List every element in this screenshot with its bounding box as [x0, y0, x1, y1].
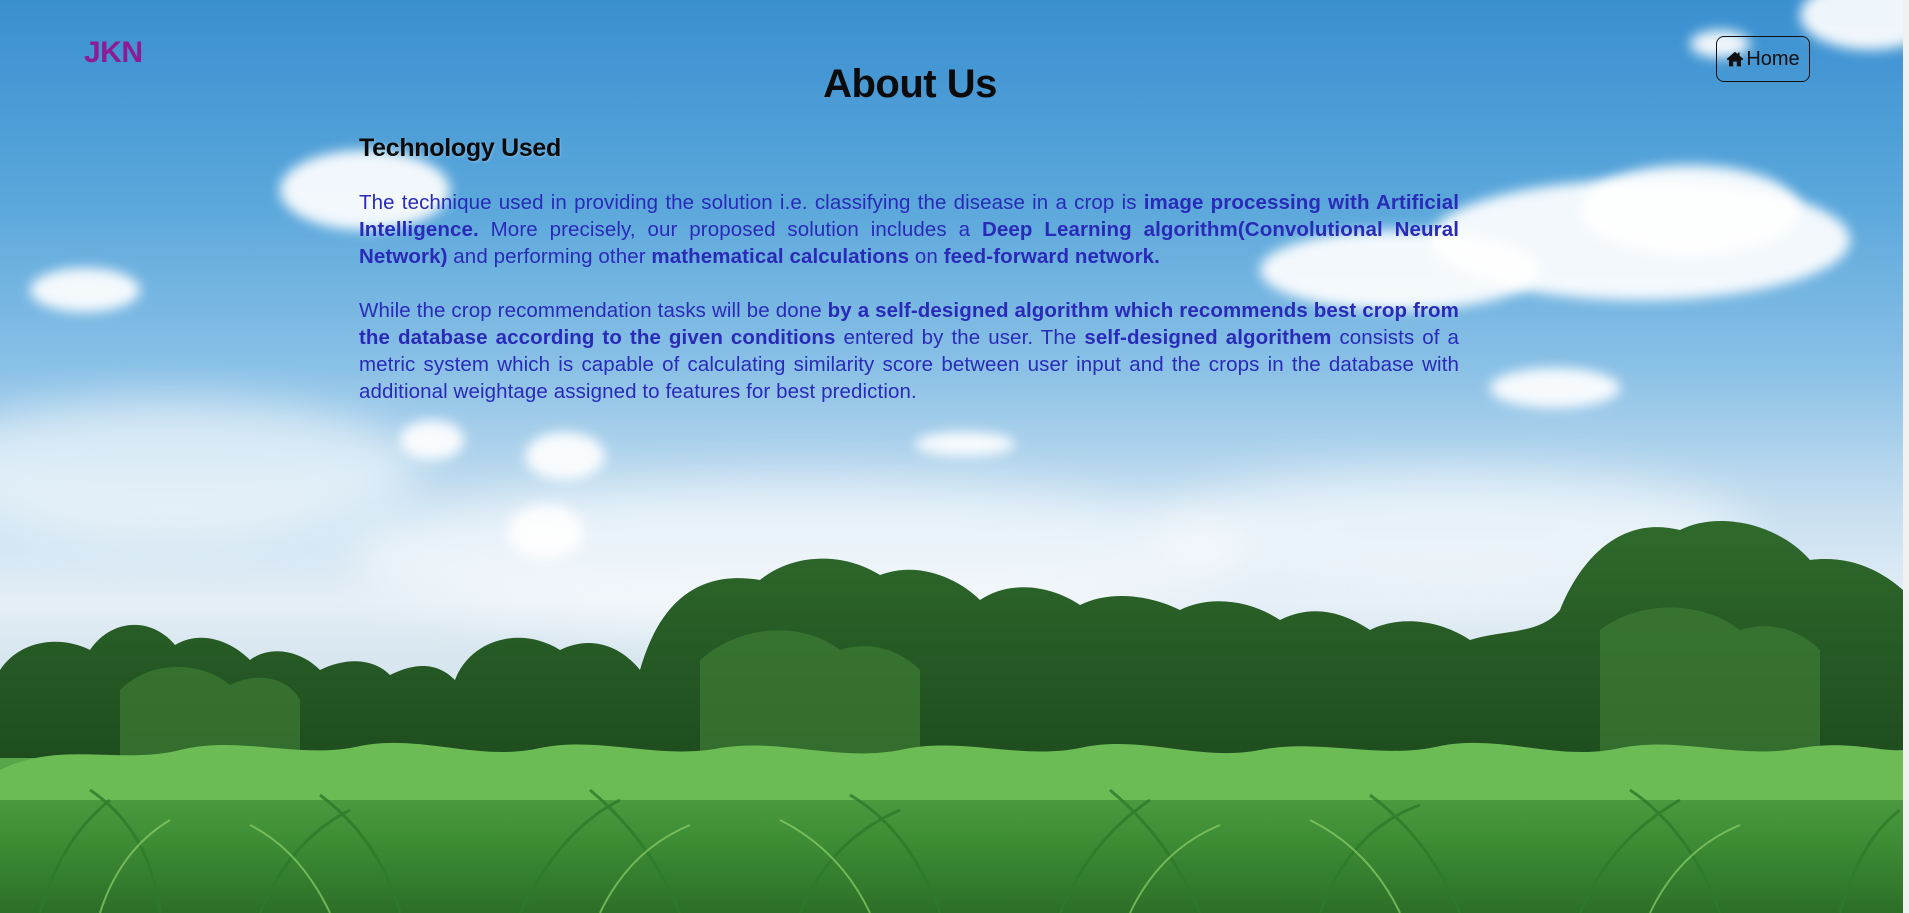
paragraph-text: More precisely, our proposed solution in… [478, 218, 982, 241]
about-content: Technology Used The technique used in pr… [359, 134, 1459, 432]
cloud [525, 432, 605, 480]
cloud [30, 268, 140, 312]
page-title: About Us [823, 62, 997, 106]
cloud [915, 432, 1015, 456]
paragraph-technology: The technique used in providing the solu… [359, 189, 1459, 270]
cloud [1490, 368, 1620, 408]
paragraph-text: The technique used in providing the solu… [359, 191, 1144, 214]
paragraph-text: and performing other [447, 245, 652, 268]
paragraph-emphasis: mathematical calculations [651, 245, 910, 268]
paragraph-text: on [909, 245, 944, 268]
section-heading: Technology Used [359, 134, 562, 162]
paragraph-text: While the crop recommendation tasks will… [359, 299, 828, 322]
paragraph-recommendation: While the crop recommendation tasks will… [359, 297, 1459, 405]
haze [0, 400, 420, 540]
paragraph-emphasis: self-designed algorithem [1084, 326, 1332, 349]
scrollbar[interactable] [1903, 0, 1909, 913]
cloud [1800, 0, 1903, 50]
corn-field [0, 742, 1903, 913]
cloud [1580, 165, 1800, 255]
paragraph-emphasis: feed-forward network. [943, 245, 1160, 268]
paragraph-text: entered by the user. The [835, 326, 1085, 349]
